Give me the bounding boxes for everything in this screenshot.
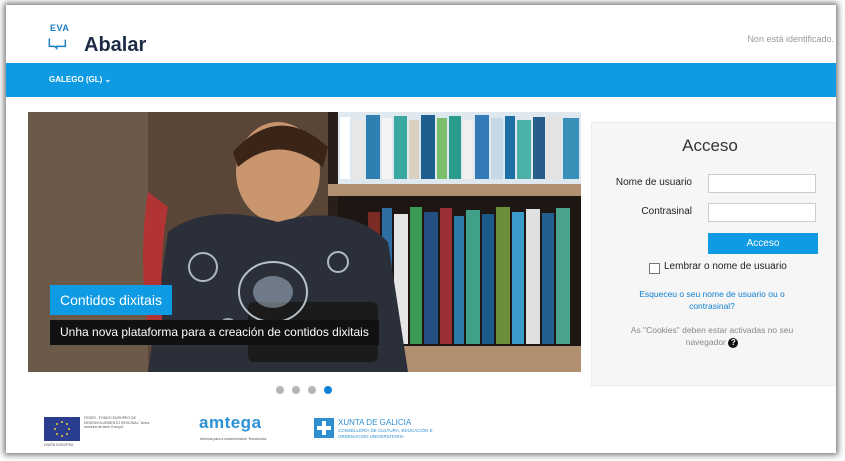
page-frame: EVA Abalar Non está identificado. GALEGO… bbox=[6, 5, 836, 453]
logo-abalar-text: Abalar bbox=[84, 34, 147, 56]
amtega-logo: amtega bbox=[199, 413, 262, 432]
eu-feder-text: FEDER - FONDO EUROPEO DE DESENVOLVEMENTO… bbox=[84, 416, 150, 429]
carousel-dot-3[interactable] bbox=[308, 386, 316, 394]
eu-caption: UNIÓN EUROPEA bbox=[44, 443, 74, 447]
username-label: Nome de usuario bbox=[615, 177, 692, 188]
carousel-caption-text: Unha nova plataforma para a creación de … bbox=[50, 320, 379, 345]
password-input[interactable] bbox=[708, 203, 816, 222]
xunta-title: XUNTA DE GALICIA bbox=[338, 418, 412, 427]
eu-flag-icon bbox=[44, 417, 80, 441]
forgot-credentials-link[interactable]: Esqueceu o seu nome de usuario ou o cont… bbox=[622, 288, 802, 312]
language-menu[interactable]: GALEGO (GL) ⌄ bbox=[49, 75, 111, 84]
carousel-caption-title: Contidos dixitais bbox=[50, 285, 172, 315]
remember-username-label[interactable]: Lembrar o nome de usuario bbox=[664, 261, 787, 272]
login-status: Non está identificado. bbox=[747, 34, 834, 44]
carousel[interactable]: Contidos dixitais Unha nova plataforma p… bbox=[28, 112, 581, 372]
speech-bracket-icon bbox=[48, 38, 67, 51]
cookies-note-text: As "Cookies" deben estar activadas no se… bbox=[630, 325, 794, 347]
xunta-logo-icon bbox=[314, 418, 334, 438]
help-icon[interactable]: ? bbox=[728, 337, 739, 348]
cookies-note: As "Cookies" deben estar activadas no se… bbox=[622, 324, 802, 348]
eva-abalar-logo[interactable]: EVA Abalar bbox=[48, 23, 158, 59]
carousel-indicators bbox=[276, 381, 340, 394]
amtega-subtitle: Axencia para a modernización Tecnolóxica bbox=[200, 437, 267, 441]
header: EVA Abalar Non está identificado. bbox=[6, 5, 836, 63]
logo-eva-text: EVA bbox=[50, 23, 70, 33]
navbar: GALEGO (GL) ⌄ bbox=[6, 63, 836, 97]
xunta-subtitle: CONSELLERÍA DE CULTURA, EDUCACIÓN E ORDE… bbox=[338, 428, 433, 439]
carousel-dot-4[interactable] bbox=[324, 386, 332, 394]
password-label: Contrasinal bbox=[641, 206, 692, 217]
login-title: Acceso bbox=[682, 136, 738, 155]
footer: FEDER - FONDO EUROPEO DE DESENVOLVEMENTO… bbox=[6, 413, 836, 453]
login-panel: Acceso Nome de usuario Contrasinal Acces… bbox=[591, 122, 836, 386]
carousel-dot-1[interactable] bbox=[276, 386, 284, 394]
login-button[interactable]: Acceso bbox=[708, 233, 818, 254]
carousel-dot-2[interactable] bbox=[292, 386, 300, 394]
remember-username-checkbox[interactable] bbox=[649, 263, 660, 274]
username-input[interactable] bbox=[708, 174, 816, 193]
